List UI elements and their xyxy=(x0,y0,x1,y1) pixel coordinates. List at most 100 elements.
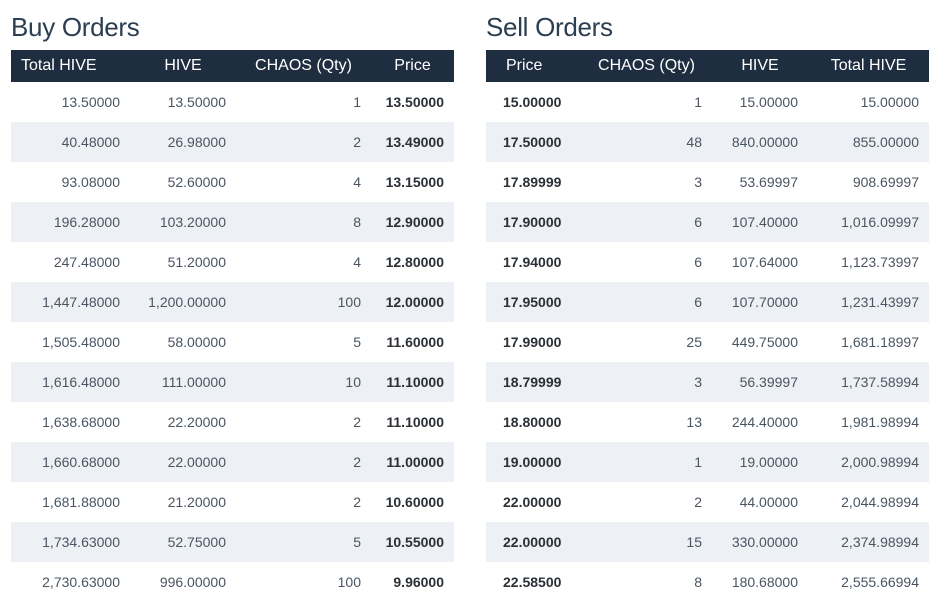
sell-cell-hive: 107.70000 xyxy=(731,294,798,310)
buy-order-row[interactable]: 1,681.88000 21.20000 2 10.60000 xyxy=(11,482,454,522)
sell-order-row[interactable]: 17.95000 6 107.70000 1,231.43997 xyxy=(486,282,929,322)
buy-cell-chaos: 2 xyxy=(353,134,361,150)
buy-cell-chaos: 100 xyxy=(337,574,361,590)
sell-cell-chaos: 15 xyxy=(686,534,702,550)
buy-cell-hive: 111.00000 xyxy=(161,374,226,390)
sell-cell-chaos: 6 xyxy=(694,294,702,310)
buy-cell-total: 2,730.63000 xyxy=(42,574,120,590)
buy-cell-hive: 58.00000 xyxy=(167,334,226,350)
buy-orders-panel: Buy Orders Total HIVE HIVE CHAOS (Qty) P… xyxy=(11,0,454,602)
sell-cell-hive: 19.00000 xyxy=(739,454,798,470)
sell-cell-chaos: 2 xyxy=(694,494,702,510)
buy-cell-price: 13.50000 xyxy=(385,94,444,110)
buy-orders-header-row: Total HIVE HIVE CHAOS (Qty) Price xyxy=(11,50,454,82)
buy-order-row[interactable]: 1,616.48000 111.00000 10 11.10000 xyxy=(11,362,454,402)
sell-cell-total: 15.00000 xyxy=(860,94,919,110)
sell-header-total-hive[interactable]: Total HIVE xyxy=(808,50,929,82)
buy-cell-price: 10.60000 xyxy=(385,494,444,510)
buy-header-hive[interactable]: HIVE xyxy=(130,50,236,82)
sell-cell-price: 22.00000 xyxy=(503,534,562,550)
sell-header-price[interactable]: Price xyxy=(486,50,581,82)
sell-cell-total: 2,555.66994 xyxy=(841,574,919,590)
buy-header-chaos-qty[interactable]: CHAOS (Qty) xyxy=(236,50,371,82)
buy-order-row[interactable]: 93.08000 52.60000 4 13.15000 xyxy=(11,162,454,202)
sell-cell-hive: 840.00000 xyxy=(731,134,798,150)
buy-order-row[interactable]: 1,505.48000 58.00000 5 11.60000 xyxy=(11,322,454,362)
buy-cell-hive: 22.00000 xyxy=(167,454,226,470)
sell-order-row[interactable]: 19.00000 1 19.00000 2,000.98994 xyxy=(486,442,929,482)
buy-order-row[interactable]: 1,447.48000 1,200.00000 100 12.00000 xyxy=(11,282,454,322)
buy-cell-hive: 1,200.00000 xyxy=(148,294,226,310)
buy-order-row[interactable]: 13.50000 13.50000 1 13.50000 xyxy=(11,82,454,122)
sell-order-row[interactable]: 22.58500 8 180.68000 2,555.66994 xyxy=(486,562,929,602)
buy-orders-body: 13.50000 13.50000 1 13.50000 40.48000 26.9800… xyxy=(11,82,454,602)
buy-order-row[interactable]: 196.28000 103.20000 8 12.90000 xyxy=(11,202,454,242)
buy-cell-price: 11.00000 xyxy=(386,454,444,470)
buy-cell-chaos: 4 xyxy=(353,254,361,270)
buy-cell-price: 12.00000 xyxy=(385,294,444,310)
buy-cell-hive: 52.75000 xyxy=(167,534,226,550)
sell-cell-chaos: 1 xyxy=(694,94,702,110)
sell-header-hive[interactable]: HIVE xyxy=(712,50,808,82)
buy-cell-price: 10.55000 xyxy=(385,534,444,550)
buy-header-total-hive[interactable]: Total HIVE xyxy=(11,50,130,82)
sell-cell-hive: 244.40000 xyxy=(731,414,798,430)
sell-order-row[interactable]: 17.99000 25 449.75000 1,681.18997 xyxy=(486,322,929,362)
sell-orders-header-row: Price CHAOS (Qty) HIVE Total HIVE xyxy=(486,50,929,82)
buy-cell-chaos: 1 xyxy=(353,94,361,110)
buy-cell-price: 12.90000 xyxy=(385,214,444,230)
buy-cell-hive: 13.50000 xyxy=(167,94,226,110)
buy-order-row[interactable]: 2,730.63000 996.00000 100 9.96000 xyxy=(11,562,454,602)
sell-cell-price: 17.99000 xyxy=(503,334,562,350)
sell-order-row[interactable]: 18.79999 3 56.39997 1,737.58994 xyxy=(486,362,929,402)
buy-cell-total: 1,638.68000 xyxy=(42,414,120,430)
buy-order-row[interactable]: 1,734.63000 52.75000 5 10.55000 xyxy=(11,522,454,562)
sell-cell-price: 18.79999 xyxy=(503,374,562,390)
buy-cell-total: 196.28000 xyxy=(53,214,120,230)
sell-cell-total: 908.69997 xyxy=(852,174,919,190)
sell-cell-hive: 15.00000 xyxy=(739,94,798,110)
sell-cell-hive: 180.68000 xyxy=(731,574,798,590)
sell-cell-chaos: 3 xyxy=(694,374,702,390)
buy-cell-chaos: 4 xyxy=(353,174,361,190)
sell-order-row[interactable]: 15.00000 1 15.00000 15.00000 xyxy=(486,82,929,122)
buy-cell-hive: 51.20000 xyxy=(167,254,226,270)
buy-order-row[interactable]: 1,660.68000 22.00000 2 11.00000 xyxy=(11,442,454,482)
buy-cell-hive: 996.00000 xyxy=(159,574,226,590)
buy-cell-chaos: 2 xyxy=(353,414,361,430)
sell-cell-hive: 107.40000 xyxy=(731,214,798,230)
sell-orders-panel: Sell Orders Price CHAOS (Qty) HIVE Total… xyxy=(486,0,929,602)
sell-cell-price: 17.90000 xyxy=(503,214,562,230)
sell-order-row[interactable]: 18.80000 13 244.40000 1,981.98994 xyxy=(486,402,929,442)
sell-cell-total: 1,231.43997 xyxy=(841,294,919,310)
buy-header-price[interactable]: Price xyxy=(371,50,454,82)
sell-cell-price: 15.00000 xyxy=(503,94,562,110)
buy-cell-total: 1,660.68000 xyxy=(42,454,120,470)
sell-order-row[interactable]: 17.50000 48 840.00000 855.00000 xyxy=(486,122,929,162)
sell-order-row[interactable]: 17.90000 6 107.40000 1,016.09997 xyxy=(486,202,929,242)
sell-cell-hive: 53.69997 xyxy=(739,174,798,190)
sell-cell-price: 19.00000 xyxy=(503,454,562,470)
buy-cell-total: 40.48000 xyxy=(61,134,120,150)
sell-order-row[interactable]: 22.00000 15 330.00000 2,374.98994 xyxy=(486,522,929,562)
sell-orders-title: Sell Orders xyxy=(486,12,613,42)
buy-cell-chaos: 5 xyxy=(353,534,361,550)
buy-cell-total: 13.50000 xyxy=(61,94,120,110)
sell-header-chaos-qty[interactable]: CHAOS (Qty) xyxy=(581,50,712,82)
sell-cell-total: 1,123.73997 xyxy=(841,254,919,270)
sell-order-row[interactable]: 17.89999 3 53.69997 908.69997 xyxy=(486,162,929,202)
sell-cell-hive: 107.64000 xyxy=(731,254,798,270)
buy-order-row[interactable]: 40.48000 26.98000 2 13.49000 xyxy=(11,122,454,162)
sell-order-row[interactable]: 22.00000 2 44.00000 2,044.98994 xyxy=(486,482,929,522)
sell-cell-total: 1,981.98994 xyxy=(841,414,919,430)
sell-cell-total: 1,737.58994 xyxy=(841,374,919,390)
sell-cell-total: 2,000.98994 xyxy=(841,454,919,470)
buy-cell-total: 93.08000 xyxy=(61,174,120,190)
sell-order-row[interactable]: 17.94000 6 107.64000 1,123.73997 xyxy=(486,242,929,282)
sell-cell-price: 17.94000 xyxy=(503,254,562,270)
buy-cell-hive: 22.20000 xyxy=(167,414,226,430)
buy-order-row[interactable]: 247.48000 51.20000 4 12.80000 xyxy=(11,242,454,282)
sell-cell-total: 1,016.09997 xyxy=(841,214,919,230)
buy-order-row[interactable]: 1,638.68000 22.20000 2 11.10000 xyxy=(11,402,454,442)
sell-cell-hive: 330.00000 xyxy=(731,534,798,550)
